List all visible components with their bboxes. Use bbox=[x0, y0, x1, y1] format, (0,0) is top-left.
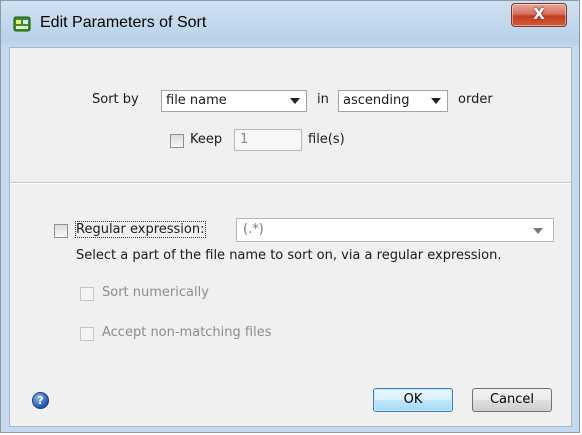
help-icon[interactable]: ? bbox=[32, 392, 49, 409]
keep-checkbox[interactable] bbox=[170, 134, 184, 148]
regex-checkbox[interactable] bbox=[54, 224, 68, 238]
regex-label: Regular expression: bbox=[75, 221, 206, 238]
accept-non-matching-label: Accept non-matching files bbox=[102, 325, 272, 340]
order-label: order bbox=[458, 92, 493, 107]
keep-count-value: 1 bbox=[240, 132, 249, 147]
close-icon: X bbox=[533, 5, 545, 23]
title-bar[interactable]: Edit Parameters of Sort X bbox=[1, 1, 579, 47]
regex-hint: Select a part of the file name to sort o… bbox=[76, 248, 502, 263]
keep-count-field[interactable]: 1 bbox=[234, 129, 302, 151]
files-label: file(s) bbox=[308, 132, 345, 147]
app-icon bbox=[13, 16, 31, 32]
ok-button[interactable]: OK bbox=[373, 388, 453, 412]
sort-field-select[interactable]: file name bbox=[161, 90, 307, 112]
close-button[interactable]: X bbox=[511, 3, 567, 27]
regex-input[interactable]: (.*) bbox=[236, 218, 554, 242]
sort-order-value: ascending bbox=[343, 93, 410, 108]
dialog-title: Edit Parameters of Sort bbox=[40, 14, 207, 31]
sort-numerically-label: Sort numerically bbox=[102, 285, 209, 300]
in-label: in bbox=[317, 92, 329, 107]
regex-value: (.*) bbox=[243, 222, 264, 237]
cancel-button[interactable]: Cancel bbox=[472, 388, 552, 412]
chevron-down-icon bbox=[533, 228, 543, 234]
dialog-window: Edit Parameters of Sort X Sort by file n… bbox=[0, 0, 580, 433]
sort-order-select[interactable]: ascending bbox=[338, 90, 448, 112]
sort-numerically-checkbox[interactable] bbox=[80, 287, 94, 301]
chevron-down-icon bbox=[290, 98, 300, 104]
accept-non-matching-checkbox[interactable] bbox=[80, 327, 94, 341]
chevron-down-icon bbox=[431, 98, 441, 104]
sort-field-value: file name bbox=[166, 93, 227, 108]
keep-label: Keep bbox=[190, 132, 223, 147]
dialog-body: Sort by file name in ascending order Kee… bbox=[9, 47, 572, 427]
section-divider bbox=[10, 182, 571, 184]
sort-by-label: Sort by bbox=[92, 92, 139, 107]
